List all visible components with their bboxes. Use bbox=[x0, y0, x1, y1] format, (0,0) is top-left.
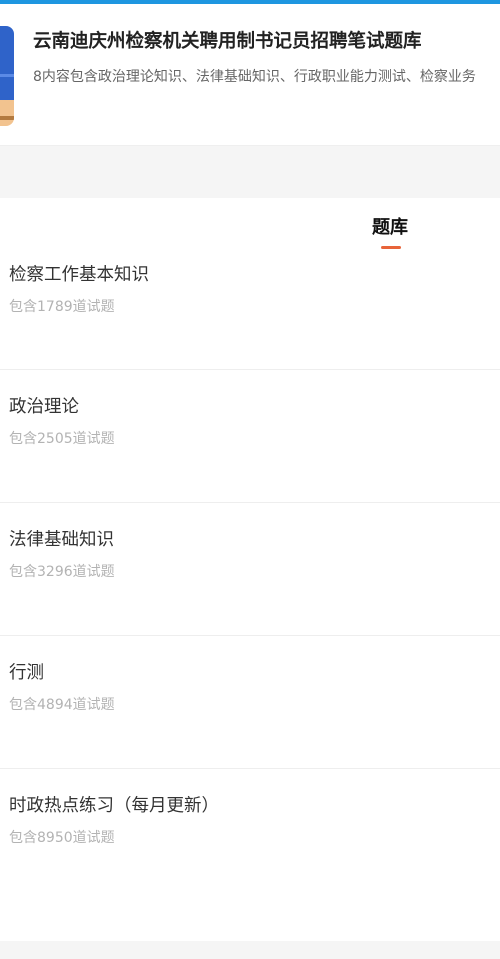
bank-question-count: 包含1789道试题 bbox=[9, 299, 115, 315]
exam-header-card[interactable]: 云南迪庆州检察机关聘用制书记员招聘笔试题库 8内容包含政治理论知识、法律基础知识… bbox=[0, 4, 500, 146]
bank-question-count: 包含4894道试题 bbox=[9, 697, 115, 713]
bank-name: 政治理论 bbox=[9, 397, 79, 417]
bank-name: 行测 bbox=[9, 663, 44, 683]
question-bank-item[interactable]: 行测 包含4894道试题 bbox=[0, 636, 500, 769]
bank-name: 时政热点练习（每月更新） bbox=[9, 796, 219, 816]
exam-description: 8内容包含政治理论知识、法律基础知识、行政职业能力测试、检察业务 bbox=[33, 69, 476, 85]
question-bank-item[interactable]: 法律基础知识 包含3296道试题 bbox=[0, 503, 500, 636]
question-bank-item[interactable]: 政治理论 包含2505道试题 bbox=[0, 370, 500, 503]
book-cover-image bbox=[0, 26, 14, 126]
question-bank-item[interactable]: 检察工作基本知识 包含1789道试题 bbox=[0, 238, 500, 370]
bank-question-count: 包含3296道试题 bbox=[9, 564, 115, 580]
bank-question-count: 包含8950道试题 bbox=[9, 830, 115, 846]
bank-name: 检察工作基本知识 bbox=[9, 265, 149, 285]
question-bank-panel: 题库 检察工作基本知识 包含1789道试题 政治理论 包含2505道试题 法律基… bbox=[0, 198, 500, 941]
exam-title: 云南迪庆州检察机关聘用制书记员招聘笔试题库 bbox=[33, 31, 422, 52]
bank-question-count: 包含2505道试题 bbox=[9, 431, 115, 447]
question-bank-item[interactable]: 时政热点练习（每月更新） 包含8950道试题 bbox=[0, 769, 500, 902]
bank-name: 法律基础知识 bbox=[9, 530, 114, 550]
question-bank-list: 检察工作基本知识 包含1789道试题 政治理论 包含2505道试题 法律基础知识… bbox=[0, 238, 500, 902]
